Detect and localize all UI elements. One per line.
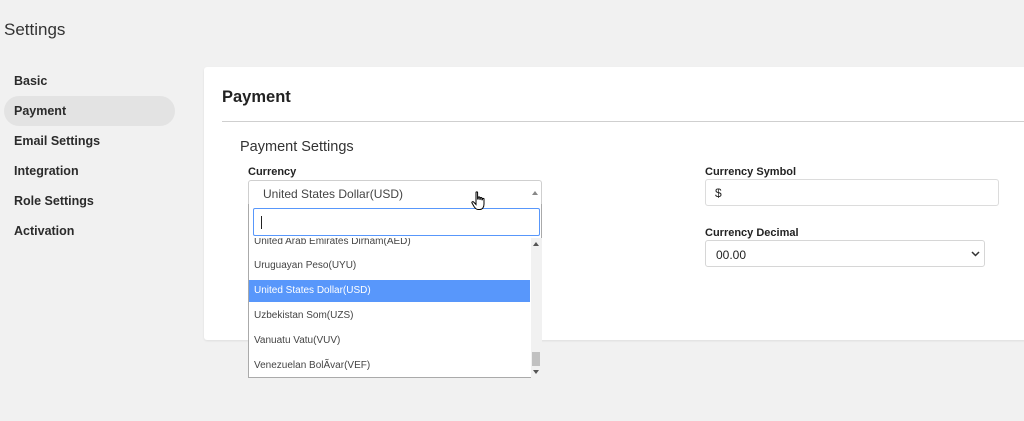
chevron-down-icon [971, 251, 980, 257]
currency-option[interactable]: Venezuelan BolÃ­var(VEF) [249, 355, 530, 377]
sidebar-item-payment[interactable]: Payment [4, 96, 175, 126]
card-title: Payment [222, 88, 291, 106]
currency-symbol-label: Currency Symbol [705, 166, 797, 178]
currency-symbol-input[interactable]: $ [705, 179, 999, 206]
currency-option-selected[interactable]: United States Dollar(USD) [249, 280, 530, 302]
currency-decimal-select[interactable]: 00.00 [705, 240, 985, 267]
scroll-down-icon[interactable] [533, 370, 539, 374]
scroll-up-icon[interactable] [533, 242, 539, 246]
card-divider [222, 121, 1024, 122]
text-caret [261, 216, 262, 229]
currency-select[interactable]: United States Dollar(USD) [248, 180, 542, 205]
sidebar-item-role-settings[interactable]: Role Settings [4, 186, 175, 216]
currency-decimal-label: Currency Decimal [705, 227, 799, 239]
currency-option[interactable]: United Arab Emirates Dirham(AED) [249, 238, 530, 253]
currency-dropdown: United Arab Emirates Dirham(AED) Uruguay… [248, 204, 542, 378]
currency-select-value: United States Dollar(USD) [263, 187, 404, 201]
page-title: Settings [4, 20, 66, 39]
sidebar-item-basic[interactable]: Basic [4, 66, 175, 96]
sidebar-item-integration[interactable]: Integration [4, 156, 175, 186]
section-title: Payment Settings [240, 139, 354, 155]
chevron-up-icon [532, 191, 538, 195]
sidebar-item-activation[interactable]: Activation [4, 216, 175, 246]
currency-option[interactable]: Uruguayan Peso(UYU) [249, 255, 530, 277]
currency-option[interactable]: Uzbekistan Som(UZS) [249, 305, 530, 327]
sidebar-item-email-settings[interactable]: Email Settings [4, 126, 175, 156]
currency-option[interactable]: Vanuatu Vatu(VUV) [249, 330, 530, 352]
scrollbar-thumb[interactable] [532, 352, 540, 366]
hand-cursor-icon [471, 191, 485, 210]
currency-options-list: United Arab Emirates Dirham(AED) Uruguay… [249, 238, 530, 378]
settings-sidebar: Basic Payment Email Settings Integration… [4, 66, 175, 246]
currency-label: Currency [248, 166, 297, 178]
dropdown-search-input[interactable] [253, 208, 540, 236]
currency-decimal-value: 00.00 [716, 248, 747, 262]
dropdown-scrollbar[interactable] [531, 238, 542, 378]
